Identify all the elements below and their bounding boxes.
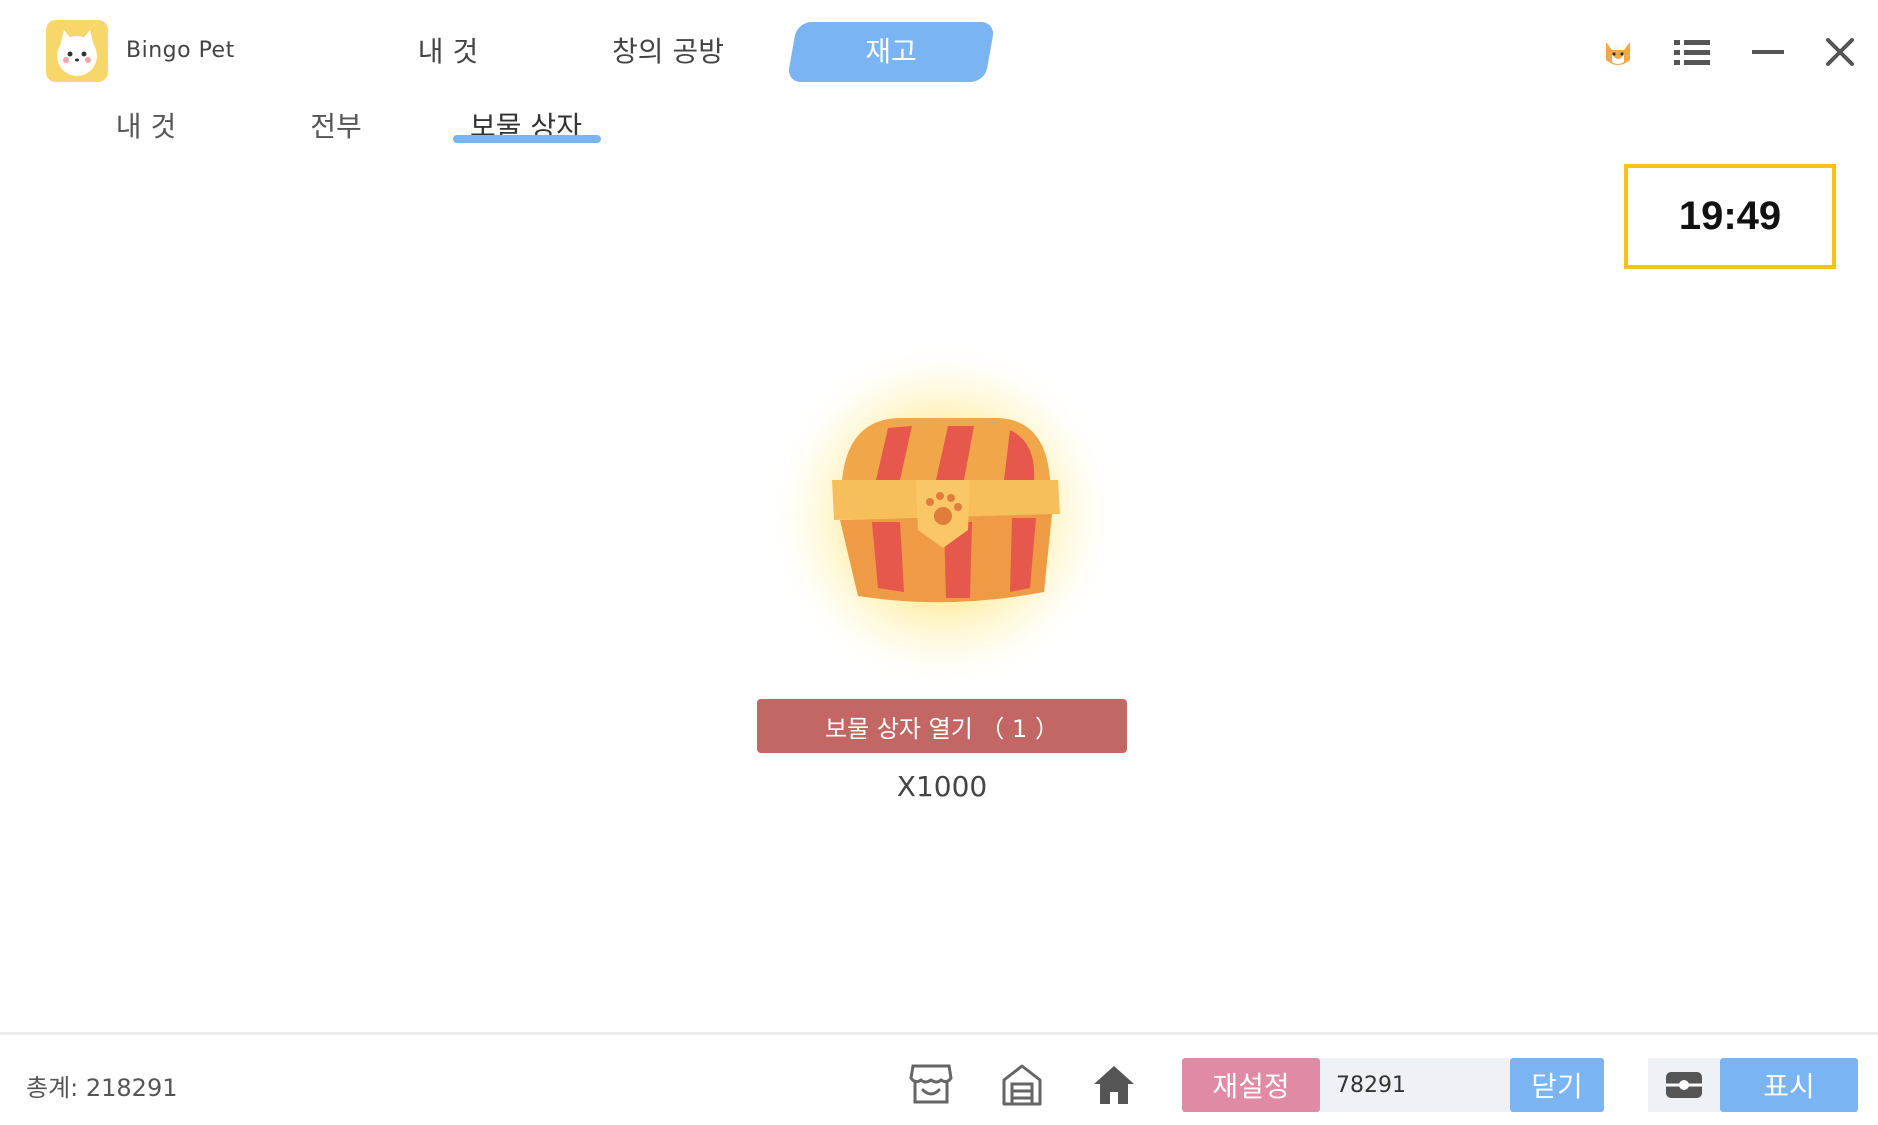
reset-button[interactable]: 재설정 [1182, 1058, 1320, 1112]
tab-creative-workshop-label: 창의 공방 [612, 35, 724, 68]
total-count: 총계: 218291 [26, 1074, 178, 1102]
app-logo-icon [46, 20, 108, 82]
subtab-all[interactable]: 전부 [286, 105, 386, 149]
tab-mine[interactable]: 내 것 [388, 22, 508, 82]
subtab-mine[interactable]: 내 것 [96, 105, 196, 149]
tab-mine-label: 내 것 [417, 35, 479, 68]
clock-display: 19:49 [1624, 164, 1836, 269]
toggle-icon [1666, 1072, 1702, 1098]
pet-avatar-icon[interactable] [1598, 32, 1638, 72]
treasure-chest-image [748, 330, 1138, 700]
code-input[interactable] [1320, 1058, 1510, 1112]
shop-icon[interactable] [907, 1060, 955, 1108]
app-window: Bingo Pet 내 것 창의 공방 재고 내 것 전부 보물 상자 19:4… [0, 0, 1878, 1125]
menu-icon[interactable] [1672, 32, 1712, 72]
minimize-icon[interactable] [1748, 32, 1788, 72]
subtab-active-underline [453, 135, 601, 143]
chest-quantity: X1000 [896, 770, 988, 803]
app-brand: Bingo Pet [126, 38, 235, 63]
show-button[interactable]: 표시 [1720, 1058, 1858, 1112]
toggle-button[interactable] [1648, 1058, 1720, 1112]
home-icon[interactable] [1090, 1060, 1138, 1108]
open-chest-button[interactable]: 보물 상자 열기 （ 1 ） [757, 699, 1127, 753]
close-button[interactable]: 닫기 [1510, 1058, 1604, 1112]
footer-divider [0, 1032, 1878, 1035]
tab-inventory[interactable]: 재고 [786, 22, 996, 82]
tab-inventory-label: 재고 [865, 35, 917, 68]
tab-creative-workshop[interactable]: 창의 공방 [588, 22, 748, 82]
close-icon[interactable] [1820, 32, 1860, 72]
house-icon[interactable] [998, 1060, 1046, 1108]
